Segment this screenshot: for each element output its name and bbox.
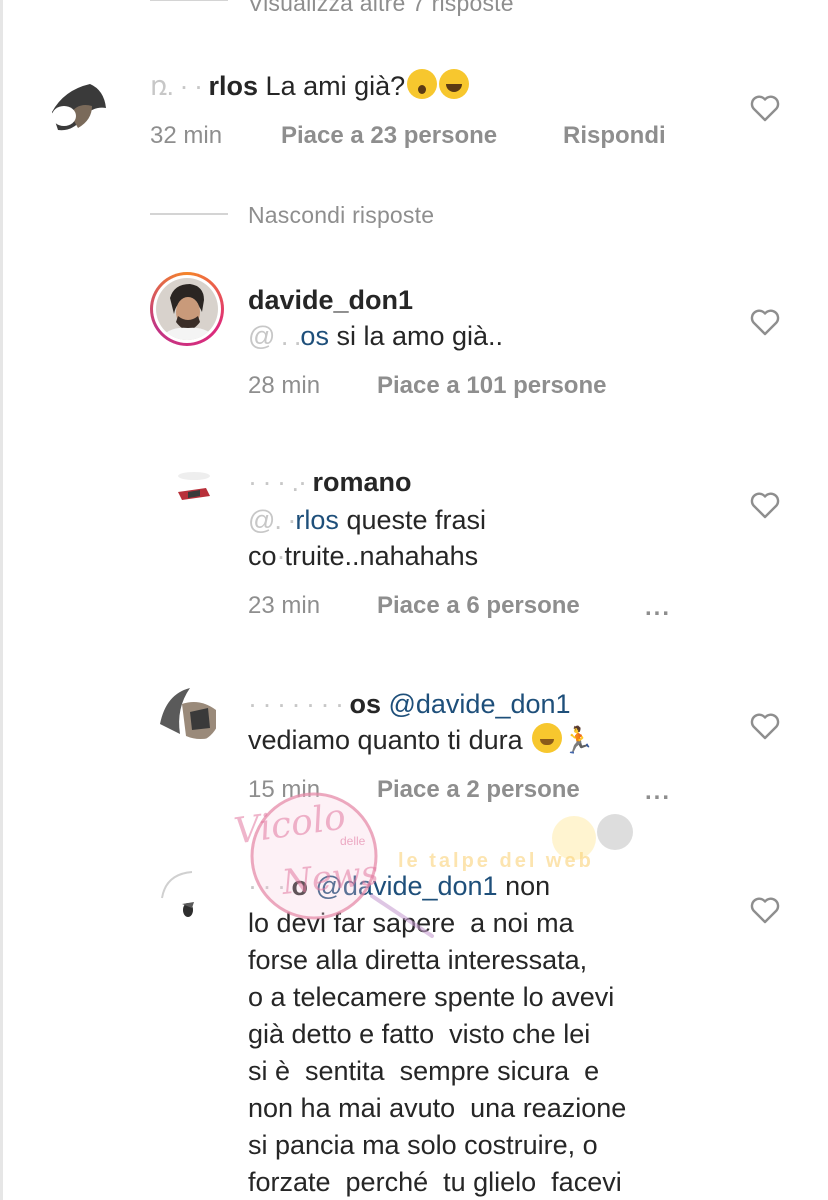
reply-text: @. ·rlos queste frasi [248, 505, 487, 535]
likes-count-link[interactable]: Piace a 6 persone [377, 592, 580, 620]
reply-username[interactable]: os [349, 689, 381, 719]
comment-time: 23 min [248, 592, 321, 619]
avatar-story-ring[interactable] [150, 272, 224, 346]
heart-icon[interactable] [750, 896, 780, 924]
reply-text-line: già detto e fatto visto che lei [248, 1019, 591, 1049]
reply-text-line: non ha mai avuto una reazione [248, 1093, 627, 1123]
watermark-text: delle [340, 834, 366, 848]
comment-text: La ami già? [265, 71, 406, 101]
hide-replies-link[interactable]: Nascondi risposte [248, 202, 434, 229]
reply-text: @ . .os si la amo già.. [248, 321, 504, 351]
reply-button[interactable]: Rispondi [563, 122, 666, 150]
reply-text-line: vediamo quanto ti dura 🏃 [248, 722, 595, 758]
reply-text: · · · o @davide_don1 non [248, 871, 551, 901]
likes-count-link[interactable]: Piace a 101 persone [377, 372, 606, 400]
more-options-button[interactable]: ... [645, 778, 671, 806]
mention-link[interactable]: os [300, 321, 329, 351]
heart-icon[interactable] [750, 491, 780, 519]
thread-divider-line [150, 0, 228, 1]
heart-icon[interactable] [750, 94, 780, 122]
comment-time: 28 min [248, 372, 321, 399]
reply-text-line: lo devi far sapere a noi ma [248, 908, 574, 938]
watermark-text: Vicolo [231, 796, 349, 853]
laughing-tears-icon [439, 69, 470, 99]
reply-text-line: si è sentita sempre sicura e [248, 1056, 600, 1086]
heart-icon[interactable] [750, 712, 780, 740]
reply-username[interactable]: · · · .· romano [248, 464, 412, 500]
avatar[interactable] [160, 462, 224, 526]
mention-link[interactable]: rlos [295, 505, 339, 535]
comment-time: 32 min [150, 122, 223, 149]
mention-redacted: @ . . [248, 321, 301, 351]
runner-icon: 🏃 [562, 725, 595, 755]
likes-count-link[interactable]: Piace a 23 persone [281, 122, 497, 150]
smiling-face-icon [532, 723, 563, 753]
main-comment-text: ռ. · · rlos La ami già? [150, 68, 470, 104]
reply-username[interactable]: davide_don1 [248, 282, 413, 318]
reply-text-line: forse alla diretta interessata, [248, 945, 588, 975]
likes-count-link[interactable]: Piace a 2 persone [377, 776, 580, 804]
avatar[interactable] [158, 868, 220, 930]
mention-link[interactable]: @davide_don1 [316, 871, 498, 901]
reply-text: · · · · · · · os @davide_don1 [248, 689, 571, 719]
reply-text-line: forzate perché tu glielo facevi [248, 1167, 622, 1197]
reply-text-line: co·truite..nahahahs [248, 541, 479, 571]
username-redacted: ռ. · · [150, 71, 209, 101]
more-options-button[interactable]: ... [645, 594, 671, 622]
avatar[interactable] [44, 72, 110, 138]
left-edge [0, 0, 3, 1200]
astonished-face-icon [407, 69, 438, 99]
view-more-replies-link[interactable]: Visualizza altre 7 risposte [248, 0, 514, 17]
heart-icon[interactable] [750, 308, 780, 336]
thread-divider-line [150, 213, 228, 215]
reply-text-line: o a telecamere spente lo avevi [248, 982, 615, 1012]
comment-time: 15 min [248, 776, 321, 803]
reply-text-line: si pancia ma solo costruire, o [248, 1130, 598, 1160]
mention-link[interactable]: @davide_don1 [388, 689, 570, 719]
avatar[interactable] [156, 684, 220, 744]
reply-username[interactable]: o [291, 871, 308, 901]
comment-username[interactable]: rlos [209, 71, 259, 101]
